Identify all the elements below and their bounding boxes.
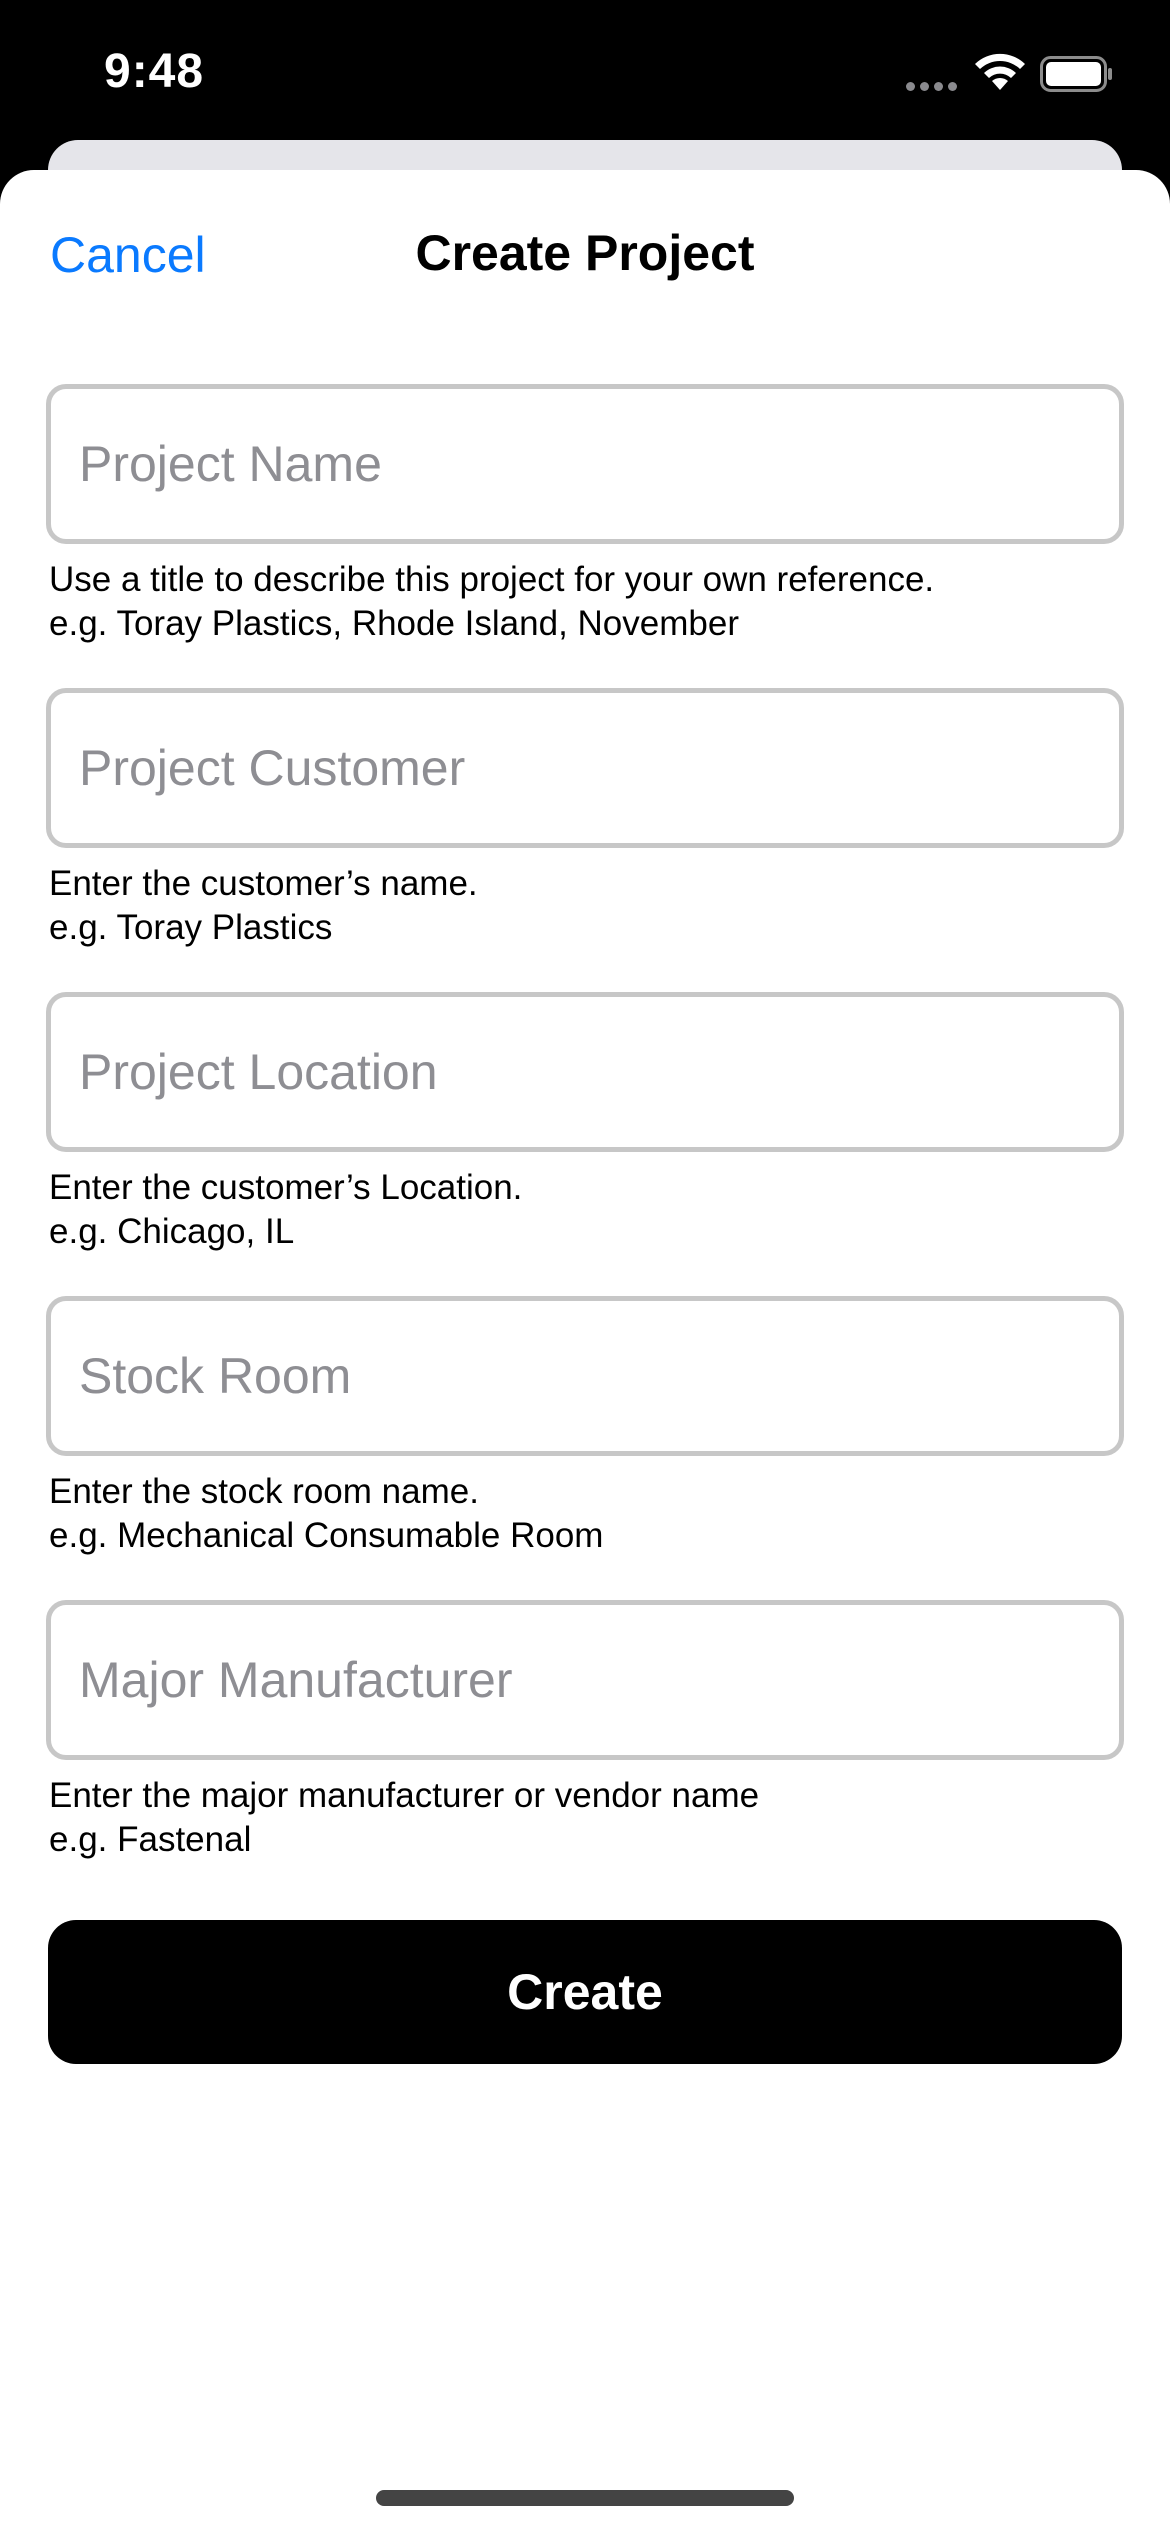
project-location-group: Enter the customer’s Location. e.g. Chic… [46,992,1124,1296]
wifi-icon [975,53,1025,90]
status-bar: 9:48 [0,0,1170,140]
helper-line: Use a title to describe this project for… [49,560,935,599]
create-project-sheet: Cancel Create Project Use a title to des… [0,170,1170,2532]
stock-room-input[interactable] [46,1296,1124,1456]
project-customer-helper: Enter the customer’s name. e.g. Toray Pl… [46,862,1124,950]
battery-icon [1040,56,1112,92]
helper-line: Enter the stock room name. [49,1472,479,1511]
helper-example: e.g. Toray Plastics [49,908,333,947]
screen: 9:48 Cancel Create Project Use a title t… [0,0,1170,2532]
helper-example: e.g. Mechanical Consumable Room [49,1516,604,1555]
project-location-input[interactable] [46,992,1124,1152]
project-form: Use a title to describe this project for… [46,384,1124,1904]
helper-example: e.g. Toray Plastics, Rhode Island, Novem… [49,604,739,643]
signal-dots-icon [906,82,958,92]
project-customer-group: Enter the customer’s name. e.g. Toray Pl… [46,688,1124,992]
stock-room-group: Enter the stock room name. e.g. Mechanic… [46,1296,1124,1600]
status-time: 9:48 [104,45,205,98]
stock-room-helper: Enter the stock room name. e.g. Mechanic… [46,1470,1124,1558]
helper-line: Enter the customer’s Location. [49,1168,523,1207]
helper-line: Enter the major manufacturer or vendor n… [49,1776,760,1815]
helper-example: e.g. Fastenal [49,1820,252,1859]
major-manufacturer-group: Enter the major manufacturer or vendor n… [46,1600,1124,1904]
home-indicator[interactable] [376,2490,794,2506]
project-customer-input[interactable] [46,688,1124,848]
project-name-input[interactable] [46,384,1124,544]
page-title: Create Project [415,225,755,281]
major-manufacturer-helper: Enter the major manufacturer or vendor n… [46,1774,1124,1862]
project-name-group: Use a title to describe this project for… [46,384,1124,688]
project-location-helper: Enter the customer’s Location. e.g. Chic… [46,1166,1124,1254]
major-manufacturer-input[interactable] [46,1600,1124,1760]
helper-line: Enter the customer’s name. [49,864,478,903]
nav-bar: Cancel Create Project [0,170,1170,340]
project-name-helper: Use a title to describe this project for… [46,558,1124,646]
create-button[interactable]: Create [48,1920,1122,2064]
helper-example: e.g. Chicago, IL [49,1212,295,1251]
